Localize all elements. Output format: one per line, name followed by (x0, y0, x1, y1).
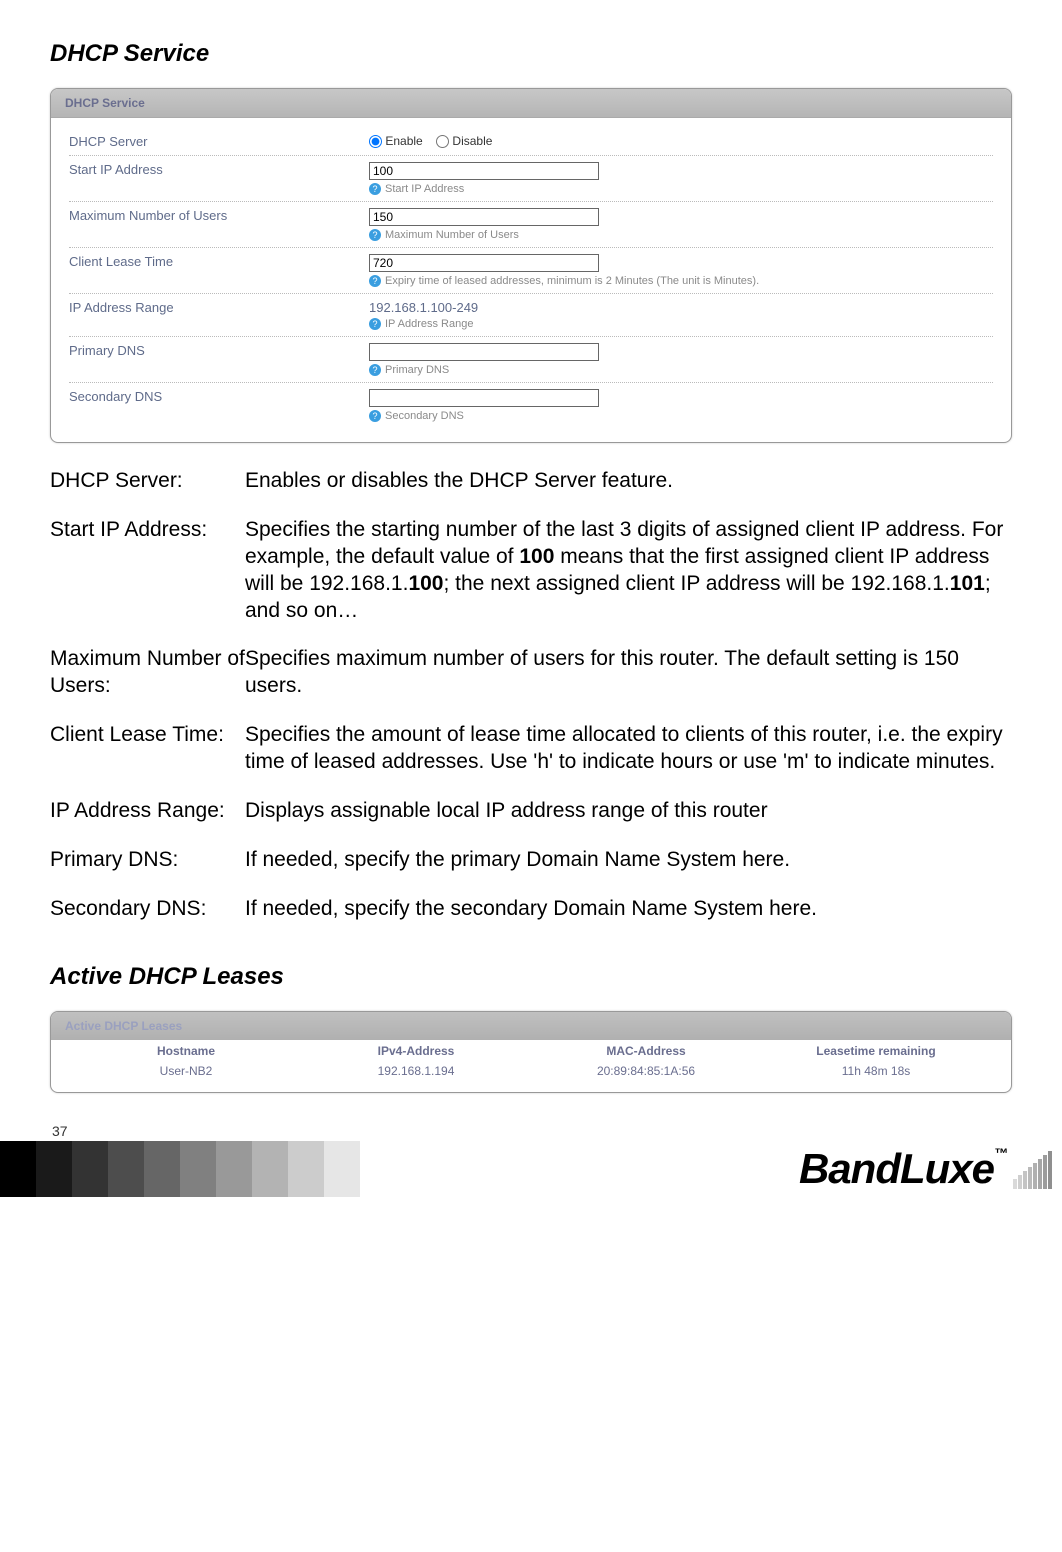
def-text-lease-time: Specifies the amount of lease time alloc… (245, 722, 1012, 776)
help-lease-time: Expiry time of leased addresses, minimum… (385, 275, 759, 287)
swatch (36, 1141, 72, 1197)
section-title-active-leases: Active DHCP Leases (50, 963, 1012, 991)
def-label-lease-time: Client Lease Time: (50, 722, 245, 776)
help-primary-dns: Primary DNS (385, 364, 449, 376)
def-text-dhcp-server: Enables or disables the DHCP Server feat… (245, 468, 1012, 495)
def-label-ip-range: IP Address Range: (50, 798, 245, 825)
col-mac: MAC-Address (531, 1044, 761, 1058)
label-secondary-dns: Secondary DNS (69, 389, 369, 422)
row-dhcp-server: DHCP Server Enable Disable (69, 128, 993, 156)
row-lease-time: Client Lease Time ? Expiry time of leased… (69, 248, 993, 294)
definitions-list: DHCP Server: Enables or disables the DHC… (50, 468, 1012, 923)
help-icon: ? (369, 364, 381, 376)
swatch (216, 1141, 252, 1197)
swatch (324, 1141, 360, 1197)
label-lease-time: Client Lease Time (69, 254, 369, 287)
cell-ip: 192.168.1.194 (301, 1064, 531, 1078)
radio-enable-label: Enable (385, 134, 422, 148)
def-label-max-users: Maximum Number of Users: (50, 646, 245, 700)
radio-disable[interactable] (436, 135, 449, 148)
col-hostname: Hostname (71, 1044, 301, 1058)
leases-header-row: Hostname IPv4-Address MAC-Address Leaset… (71, 1040, 991, 1062)
input-max-users[interactable] (369, 208, 599, 226)
cell-hostname: User-NB2 (71, 1064, 301, 1078)
logo-stripes-icon (1013, 1149, 1052, 1189)
radio-enable-wrap[interactable]: Enable (369, 134, 423, 148)
def-text-start-ip: Specifies the starting number of the las… (245, 517, 1012, 625)
table-row: User-NB2 192.168.1.194 20:89:84:85:1A:56… (71, 1062, 991, 1084)
swatch (108, 1141, 144, 1197)
row-max-users: Maximum Number of Users ?Maximum Number … (69, 202, 993, 248)
dhcp-service-panel: DHCP Service DHCP Server Enable Disable … (50, 88, 1012, 443)
def-label-secondary-dns: Secondary DNS: (50, 896, 245, 923)
swatch (288, 1141, 324, 1197)
trademark-symbol: ™ (994, 1145, 1007, 1161)
label-start-ip: Start IP Address (69, 162, 369, 195)
radio-disable-wrap[interactable]: Disable (436, 134, 492, 148)
cell-mac: 20:89:84:85:1A:56 (531, 1064, 761, 1078)
label-dhcp-server: DHCP Server (69, 134, 369, 149)
def-label-start-ip: Start IP Address: (50, 517, 245, 625)
help-icon: ? (369, 410, 381, 422)
row-primary-dns: Primary DNS ?Primary DNS (69, 337, 993, 383)
help-start-ip: Start IP Address (385, 183, 464, 195)
label-ip-range: IP Address Range (69, 300, 369, 330)
swatch (252, 1141, 288, 1197)
row-secondary-dns: Secondary DNS ?Secondary DNS (69, 383, 993, 428)
help-ip-range: IP Address Range (385, 318, 473, 330)
swatch (0, 1141, 36, 1197)
input-lease-time[interactable] (369, 254, 599, 272)
section-title-dhcp-service: DHCP Service (50, 40, 1012, 68)
def-text-ip-range: Displays assignable local IP address ran… (245, 798, 1012, 825)
col-ipv4: IPv4-Address (301, 1044, 531, 1058)
leases-panel-header: Active DHCP Leases (51, 1012, 1011, 1040)
swatch (144, 1141, 180, 1197)
help-secondary-dns: Secondary DNS (385, 410, 464, 422)
input-secondary-dns[interactable] (369, 389, 599, 407)
def-label-primary-dns: Primary DNS: (50, 847, 245, 874)
help-icon: ? (369, 275, 381, 287)
brand-logo: BandLuxe™ (799, 1145, 1007, 1193)
swatch (72, 1141, 108, 1197)
input-start-ip[interactable] (369, 162, 599, 180)
radio-enable[interactable] (369, 135, 382, 148)
page-number: 37 (52, 1123, 1012, 1139)
swatch (180, 1141, 216, 1197)
help-icon: ? (369, 229, 381, 241)
color-swatches (0, 1141, 360, 1197)
help-icon: ? (369, 183, 381, 195)
row-start-ip: Start IP Address ?Start IP Address (69, 156, 993, 202)
def-text-secondary-dns: If needed, specify the secondary Domain … (245, 896, 1012, 923)
col-leasetime: Leasetime remaining (761, 1044, 991, 1058)
help-max-users: Maximum Number of Users (385, 229, 519, 241)
help-icon: ? (369, 318, 381, 330)
row-ip-range: IP Address Range 192.168.1.100-249 ?IP A… (69, 294, 993, 337)
active-leases-panel: Active DHCP Leases Hostname IPv4-Address… (50, 1011, 1012, 1093)
radio-disable-label: Disable (452, 134, 492, 148)
panel-header: DHCP Service (51, 89, 1011, 118)
label-max-users: Maximum Number of Users (69, 208, 369, 241)
footer: BandLuxe™ (0, 1141, 1062, 1197)
value-ip-range: 192.168.1.100-249 (369, 300, 993, 315)
input-primary-dns[interactable] (369, 343, 599, 361)
label-primary-dns: Primary DNS (69, 343, 369, 376)
def-text-primary-dns: If needed, specify the primary Domain Na… (245, 847, 1012, 874)
def-label-dhcp-server: DHCP Server: (50, 468, 245, 495)
def-text-max-users: Specifies maximum number of users for th… (245, 646, 1012, 700)
cell-lease: 11h 48m 18s (761, 1064, 991, 1078)
